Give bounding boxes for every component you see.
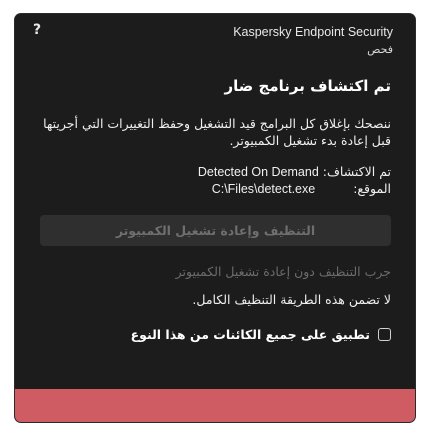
app-title: Kaspersky Endpoint Security xyxy=(233,25,393,39)
description-text: ننصحك بإغلاق كل البرامج قيد التشغيل وحفظ… xyxy=(43,116,391,148)
malware-detected-dialog: ? Kaspersky Endpoint Security فحص تم اكت… xyxy=(15,14,415,422)
status-band xyxy=(15,389,415,422)
apply-to-all-label[interactable]: تطبيق على جميع الكائنات من هذا النوع xyxy=(131,327,370,342)
location-row: الموقع: C:\Files\detect.exe xyxy=(212,181,391,196)
apply-to-all-checkbox[interactable] xyxy=(378,328,391,341)
apply-to-all-checkbox-row[interactable]: تطبيق على جميع الكائنات من هذا النوع xyxy=(131,327,391,342)
dialog-heading: تم اكتشاف برنامج ضار xyxy=(224,77,391,95)
detection-value: Detected On Demand xyxy=(197,165,319,179)
app-subtitle: فحص xyxy=(367,43,393,56)
detection-label: تم الاكتشاف: xyxy=(322,164,391,179)
clean-and-restart-button[interactable]: التنظيف وإعادة تشغيل الكمبيوتر xyxy=(40,215,391,246)
title-bar: ? Kaspersky Endpoint Security فحص xyxy=(15,14,415,60)
cleaning-note: لا تضمن هذه الطريقة التنظيف الكامل. xyxy=(192,292,391,307)
clean-without-restart-link[interactable]: جرب التنظيف دون إعادة تشغيل الكمبيوتر xyxy=(176,264,391,279)
location-value: C:\Files\detect.exe xyxy=(211,182,316,196)
detection-row: تم الاكتشاف: Detected On Demand xyxy=(198,164,391,179)
help-icon[interactable]: ? xyxy=(33,22,41,38)
location-label: الموقع: xyxy=(353,181,391,196)
